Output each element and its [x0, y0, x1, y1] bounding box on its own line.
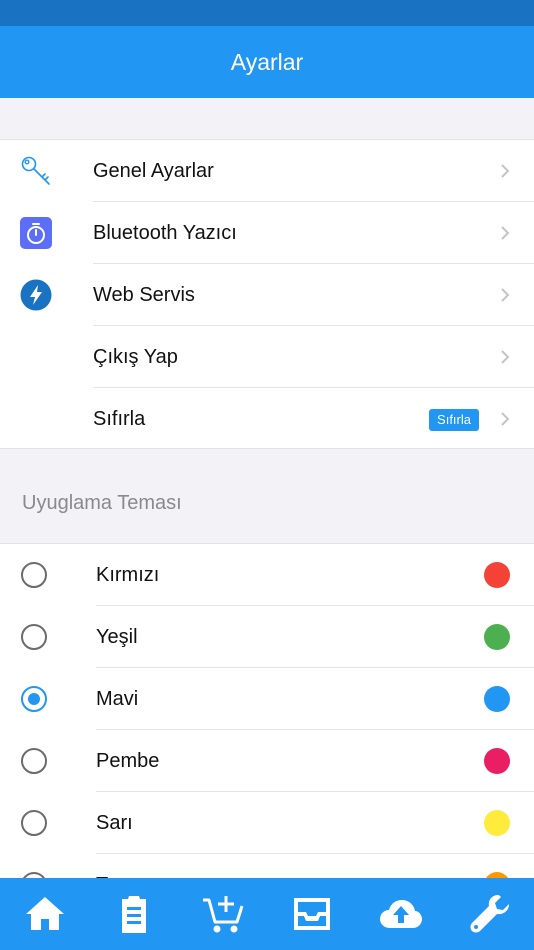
theme-option-orange[interactable]: Turuncu: [0, 854, 534, 878]
chevron-right-icon: [501, 288, 510, 302]
settings-item-label: Çıkış Yap: [93, 346, 178, 368]
home-icon: [25, 897, 64, 930]
wrench-icon: [470, 895, 509, 933]
clipboard-icon: [121, 896, 146, 933]
reset-badge: Sıfırla: [429, 409, 479, 431]
page-title: Ayarlar: [230, 48, 304, 75]
settings-item-bluetooth-printer[interactable]: Bluetooth Yazıcı: [0, 202, 534, 264]
theme-option-label: Mavi: [96, 688, 139, 710]
theme-option-blue[interactable]: Mavi: [0, 668, 534, 730]
lightning-icon: [20, 279, 52, 311]
chevron-right-icon: [501, 164, 510, 178]
theme-option-label: Sarı: [96, 812, 133, 834]
color-swatch: [484, 624, 510, 650]
theme-option-label: Turuncu: [96, 854, 169, 878]
settings-item-label: Web Servis: [93, 284, 195, 306]
settings-item-label: Genel Ayarlar: [93, 160, 214, 182]
radio-button[interactable]: [21, 562, 47, 588]
status-bar: [0, 0, 534, 26]
radio-dot: [28, 693, 40, 705]
theme-options-list: Kırmızı Yeşil Mavi Pembe Sarı Turuncu: [0, 543, 534, 878]
tab-add-cart[interactable]: [193, 884, 253, 944]
color-swatch: [484, 748, 510, 774]
inbox-tray-icon: [293, 898, 330, 930]
theme-option-yellow[interactable]: Sarı: [0, 792, 534, 854]
theme-option-label: Pembe: [96, 750, 160, 772]
chevron-right-icon: [501, 350, 510, 364]
color-swatch: [484, 810, 510, 836]
tab-inbox[interactable]: [282, 884, 342, 944]
settings-item-general[interactable]: Genel Ayarlar: [0, 140, 534, 202]
chevron-right-icon: [501, 412, 510, 426]
settings-list: Genel Ayarlar Bluetooth Yazıcı Web Servi…: [0, 139, 534, 449]
tab-settings[interactable]: [460, 884, 520, 944]
radio-button[interactable]: [21, 624, 47, 650]
theme-option-green[interactable]: Yeşil: [0, 606, 534, 668]
color-swatch: [484, 562, 510, 588]
color-swatch: [484, 686, 510, 712]
radio-button-selected[interactable]: [21, 686, 47, 712]
theme-option-red[interactable]: Kırmızı: [0, 544, 534, 606]
radio-button[interactable]: [21, 748, 47, 774]
settings-item-reset[interactable]: Sıfırla Sıfırla: [0, 388, 534, 450]
settings-item-label: Bluetooth Yazıcı: [93, 222, 237, 244]
chevron-right-icon: [501, 226, 510, 240]
theme-option-label: Yeşil: [96, 626, 138, 648]
tab-bar: [0, 878, 534, 950]
theme-section-header: Uyuglama Teması: [22, 492, 182, 514]
radio-button[interactable]: [21, 810, 47, 836]
tab-cloud-upload[interactable]: [371, 884, 431, 944]
add-cart-icon: [202, 896, 243, 933]
theme-option-pink[interactable]: Pembe: [0, 730, 534, 792]
settings-item-web-service[interactable]: Web Servis: [0, 264, 534, 326]
cloud-upload-icon: [379, 900, 422, 928]
navigation-bar: Ayarlar: [0, 26, 534, 98]
theme-option-label: Kırmızı: [96, 564, 160, 586]
tab-clipboard[interactable]: [104, 884, 164, 944]
settings-item-label: Sıfırla: [93, 408, 146, 430]
tab-home[interactable]: [15, 884, 75, 944]
key-icon: [21, 156, 50, 185]
stopwatch-icon: [20, 217, 52, 249]
settings-item-logout[interactable]: Çıkış Yap: [0, 326, 534, 388]
